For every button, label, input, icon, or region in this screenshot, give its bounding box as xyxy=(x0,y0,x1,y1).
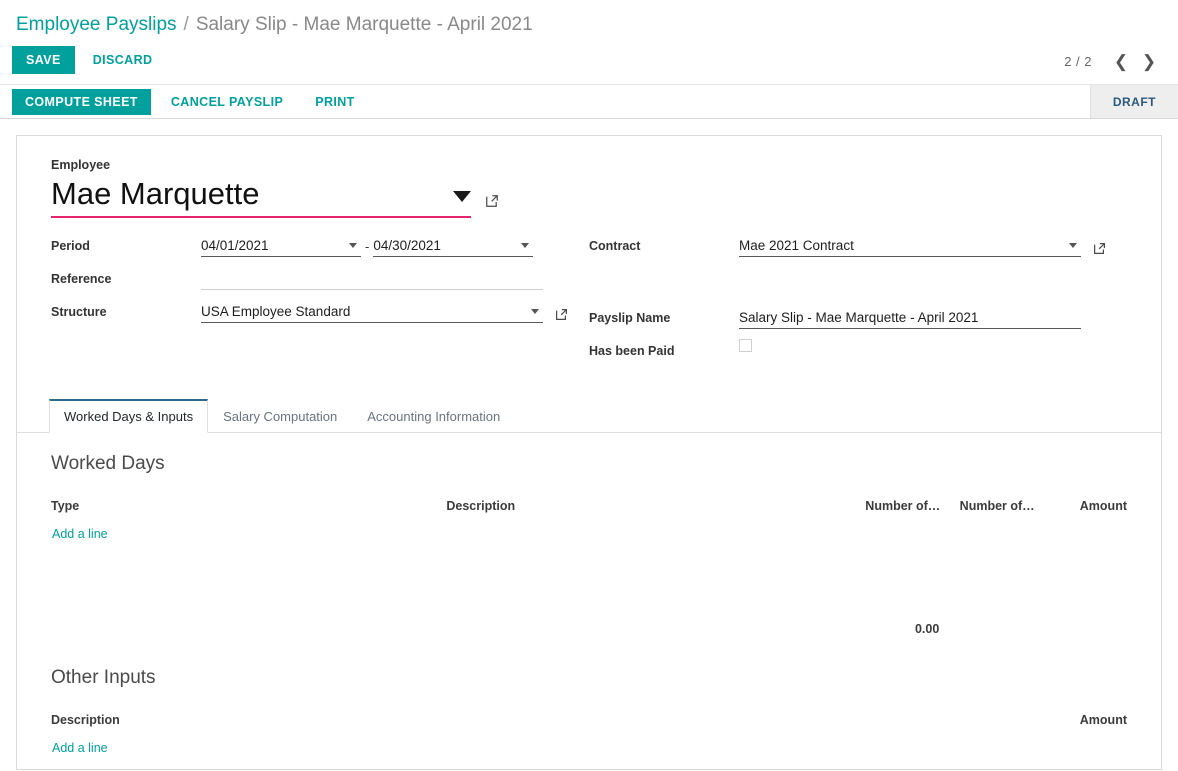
tab-accounting-information[interactable]: Accounting Information xyxy=(352,399,515,433)
worked-days-add-line-row: Add a line xyxy=(51,522,1127,546)
worked-days-section-title: Worked Days xyxy=(51,453,165,474)
chevron-left-icon[interactable]: ❮ xyxy=(1108,48,1134,74)
payslip-name-input[interactable]: Salary Slip - Mae Marquette - April 2021 xyxy=(739,306,1081,329)
contract-value: Mae 2021 Contract xyxy=(739,237,854,253)
period-from-input[interactable]: 04/01/2021 xyxy=(201,234,361,257)
other-inputs-header-row: Description Amount xyxy=(51,713,1127,736)
payslip-name-label: Payslip Name xyxy=(589,311,671,325)
breadcrumb-root-link[interactable]: Employee Payslips xyxy=(16,12,177,38)
breadcrumb-separator: / xyxy=(183,14,189,35)
worked-days-table: Type Description Number of… Number of… A… xyxy=(51,499,1127,637)
chevron-right-icon[interactable]: ❯ xyxy=(1136,48,1162,74)
column-header-type: Type xyxy=(51,499,80,513)
tab-salary-computation[interactable]: Salary Computation xyxy=(208,399,352,433)
form-fields-grid: Period 04/01/2021 - 04/30/2021 Reference xyxy=(51,234,1127,372)
has-been-paid-checkbox[interactable] xyxy=(739,339,752,352)
period-to-value: 04/30/2021 xyxy=(373,237,441,253)
other-inputs-section-title: Other Inputs xyxy=(51,667,156,688)
chevron-down-icon-contract[interactable] xyxy=(1069,243,1077,248)
field-row-has-been-paid: Has been Paid xyxy=(589,339,1127,365)
column-header-other-description: Description xyxy=(51,713,120,727)
column-header-description: Description xyxy=(446,499,516,513)
other-inputs-table: Description Amount Add a line xyxy=(51,713,1127,760)
discard-button[interactable]: DISCARD xyxy=(81,46,165,74)
column-header-number-of-2: Number of… xyxy=(959,499,1035,513)
column-header-other-amount: Amount xyxy=(1079,713,1127,727)
print-button[interactable]: PRINT xyxy=(303,89,367,115)
has-been-paid-label: Has been Paid xyxy=(589,344,675,358)
reference-input[interactable] xyxy=(201,267,543,290)
chevron-down-icon-period-to[interactable] xyxy=(521,243,530,248)
period-from-value: 04/01/2021 xyxy=(201,237,269,253)
action-button-bar: COMPUTE SHEET CANCEL PAYSLIP PRINT DRAFT xyxy=(0,84,1178,119)
structure-label: Structure xyxy=(51,305,107,319)
employee-value[interactable]: Mae Marquette xyxy=(51,174,453,214)
chevron-down-icon[interactable] xyxy=(453,191,471,202)
column-header-amount: Amount xyxy=(1079,499,1127,513)
payslip-name-value: Salary Slip - Mae Marquette - April 2021 xyxy=(739,309,979,325)
field-row-payslip-name: Payslip Name Salary Slip - Mae Marquette… xyxy=(589,306,1127,332)
sheet-container: Employee Mae Marquette Period 04/01/2021 xyxy=(0,119,1178,770)
structure-value: USA Employee Standard xyxy=(201,303,351,319)
tab-panel-worked-days-inputs: Worked Days Type Description Number of… … xyxy=(51,433,1127,760)
status-badge-draft[interactable]: DRAFT xyxy=(1089,85,1178,118)
add-a-line-other-inputs[interactable]: Add a line xyxy=(52,737,108,759)
field-row-contract: Contract Mae 2021 Contract xyxy=(589,234,1127,260)
record-control-row: SAVE DISCARD 2 / 2 ❮ ❯ xyxy=(0,42,1178,84)
employee-field-label: Employee xyxy=(51,158,111,172)
column-header-number-of-1: Number of… xyxy=(865,499,941,513)
field-row-reference: Reference xyxy=(51,267,589,293)
internal-link-icon-structure[interactable] xyxy=(555,308,568,321)
internal-link-icon-employee[interactable] xyxy=(485,194,499,208)
add-a-line-worked-days[interactable]: Add a line xyxy=(52,523,108,545)
save-button[interactable]: SAVE xyxy=(12,46,75,74)
breadcrumb-current-record: Salary Slip - Mae Marquette - April 2021 xyxy=(195,14,533,35)
contract-label: Contract xyxy=(589,239,641,253)
field-row-structure: Structure USA Employee Standard xyxy=(51,300,589,326)
field-row-period: Period 04/01/2021 - 04/30/2021 xyxy=(51,234,589,260)
notebook-tabs: Worked Days & Inputs Salary Computation … xyxy=(17,398,1161,433)
worked-days-header-row: Type Description Number of… Number of… A… xyxy=(51,499,1127,522)
chevron-down-icon-structure[interactable] xyxy=(531,309,539,314)
tab-worked-days-inputs[interactable]: Worked Days & Inputs xyxy=(49,399,209,433)
internal-link-icon-contract[interactable] xyxy=(1093,242,1106,255)
statusbar: DRAFT xyxy=(1089,85,1178,118)
structure-input[interactable]: USA Employee Standard xyxy=(201,300,543,323)
form-sheet: Employee Mae Marquette Period 04/01/2021 xyxy=(16,135,1162,770)
record-pager: 2 / 2 ❮ ❯ xyxy=(1064,48,1162,74)
employee-field[interactable]: Mae Marquette xyxy=(51,174,498,218)
period-to-input[interactable]: 04/30/2021 xyxy=(373,234,534,257)
cancel-payslip-button[interactable]: CANCEL PAYSLIP xyxy=(159,89,295,115)
worked-days-spacer-row xyxy=(51,546,1127,618)
chevron-down-icon-period-from[interactable] xyxy=(349,243,357,248)
period-range-dash: - xyxy=(365,239,370,254)
period-label: Period xyxy=(51,239,90,253)
other-inputs-add-line-row: Add a line xyxy=(51,736,1127,760)
form-column-right: Contract Mae 2021 Contract Payslip Name … xyxy=(589,234,1127,372)
pager-count: 2 / 2 xyxy=(1064,53,1092,69)
worked-days-total-row: 0.00 xyxy=(51,618,1127,637)
form-column-left: Period 04/01/2021 - 04/30/2021 Reference xyxy=(51,234,589,372)
worked-days-total-amount: 0.00 xyxy=(914,622,940,636)
breadcrumb: Employee Payslips / Salary Slip - Mae Ma… xyxy=(0,0,1178,42)
contract-input[interactable]: Mae 2021 Contract xyxy=(739,234,1081,257)
reference-label: Reference xyxy=(51,272,112,286)
action-buttons-group: COMPUTE SHEET CANCEL PAYSLIP PRINT xyxy=(0,85,367,118)
compute-sheet-button[interactable]: COMPUTE SHEET xyxy=(12,88,151,115)
